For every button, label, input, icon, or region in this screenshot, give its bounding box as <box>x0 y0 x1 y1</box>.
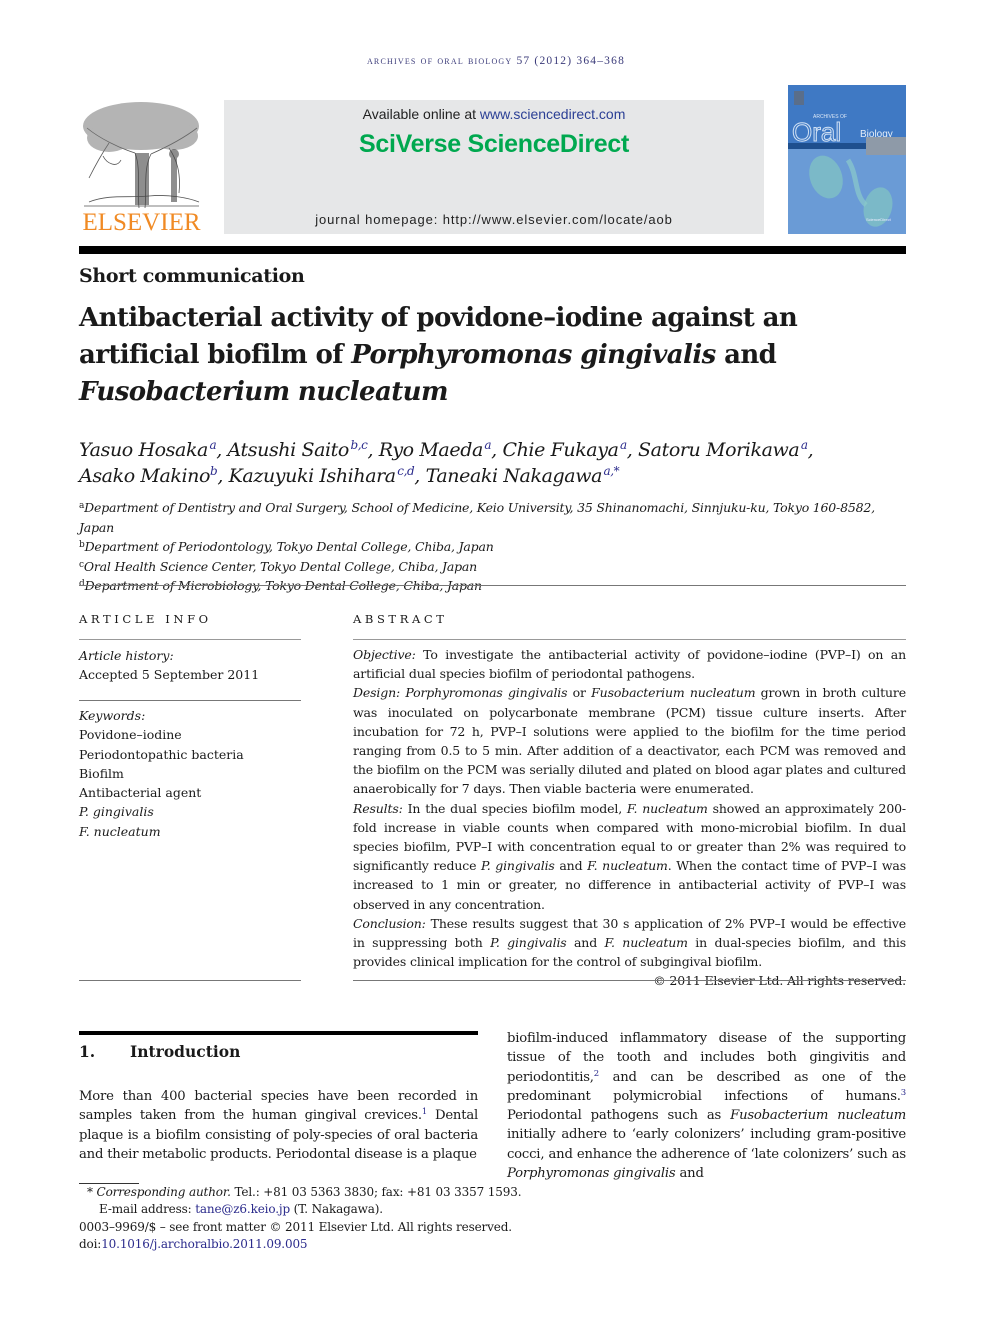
divider <box>353 639 906 640</box>
author[interactable]: Ryo Maeda a <box>379 438 492 461</box>
front-matter-note: 0003–9969/$ – see front matter © 2011 El… <box>79 1219 512 1234</box>
doi-note: doi:10.1016/j.archoralbio.2011.09.005 <box>79 1236 308 1251</box>
keyword: Antibacterial agent <box>79 785 202 801</box>
article-info-heading: ARTICLE INFO <box>79 612 212 626</box>
elsevier-tree-icon <box>83 102 200 209</box>
affiliations: aDepartment of Dentistry and Oral Surger… <box>79 498 909 596</box>
divider <box>79 585 906 586</box>
author[interactable]: Atsushi Saito b,c <box>228 439 368 461</box>
article-history: Article history: Accepted 5 September 20… <box>79 646 309 685</box>
section-number: 1. <box>79 1042 96 1061</box>
abstract-objective: Objective: To investigate the antibacter… <box>353 647 906 682</box>
keyword: Povidone–iodine <box>79 727 182 743</box>
sciencedirect-link[interactable]: www.sciencedirect.com <box>480 106 626 122</box>
article-history-value: Accepted 5 September 2011 <box>79 667 260 683</box>
author[interactable]: Satoru Morikawa a <box>638 439 808 461</box>
divider <box>353 980 906 981</box>
abstract-conclusion: Conclusion: These results suggest that 3… <box>353 915 906 970</box>
author-affiliation-ref[interactable]: b <box>210 464 218 478</box>
journal-cover-image: ARCHIVES OF Oral Biology ScienceDirect <box>788 85 906 234</box>
author[interactable]: Asako Makinob <box>79 464 218 487</box>
title-species-2: Fusobacterium nucleatum <box>79 377 448 407</box>
paragraph: More than 400 bacterial species have bee… <box>79 1089 479 1162</box>
available-online-text: Available online at <box>362 106 480 122</box>
section-rule <box>79 1031 478 1035</box>
elsevier-wordmark: ELSEVIER <box>82 209 201 236</box>
author-affiliation-ref[interactable]: a <box>210 438 217 452</box>
author[interactable]: Yasuo Hosaka a <box>79 438 217 461</box>
footnotes: * Corresponding author. Tel.: +81 03 536… <box>79 1184 559 1253</box>
title-line-1: Antibacterial activity of povidone–iodin… <box>79 303 798 333</box>
sciverse-brand: SciVerse ScienceDirect <box>359 130 629 158</box>
author-list: Yasuo Hosaka a, Atsushi Saito b,c, Ryo M… <box>79 438 814 487</box>
cover-badge: ScienceDirect <box>866 217 892 222</box>
abstract-results: Results: In the dual species biofilm mod… <box>353 800 906 912</box>
author-affiliation-ref[interactable]: a <box>484 438 491 452</box>
keyword: P. gingivalis <box>79 804 154 820</box>
divider <box>79 980 301 981</box>
body-column-right: biofilm-induced inflammatory disease of … <box>507 1029 906 1183</box>
available-online: Available online at www.sciencedirect.co… <box>224 106 764 122</box>
divider <box>79 639 301 640</box>
sciencedirect-banner: Available online at www.sciencedirect.co… <box>224 100 764 234</box>
journal-cover: ARCHIVES OF Oral Biology ScienceDirect <box>788 85 906 234</box>
keyword: Biofilm <box>79 765 124 781</box>
section-type: Short communication <box>79 265 305 287</box>
title-line-2-pre: artificial biofilm of <box>79 340 352 370</box>
article-history-label: Article history: <box>79 648 174 663</box>
section-heading-introduction: 1. Introduction <box>79 1042 240 1061</box>
section-title: Introduction <box>130 1042 241 1061</box>
author-affiliation-ref[interactable]: a <box>620 438 627 452</box>
title-species-1: Porphyromonas gingivalis <box>351 340 716 370</box>
journal-homepage[interactable]: journal homepage: http://www.elsevier.co… <box>224 212 764 227</box>
header-rule <box>79 246 906 254</box>
email-note: E-mail address: tane@z6.keio.jp (T. Naka… <box>99 1202 383 1217</box>
citation-ref[interactable]: 3 <box>901 1088 906 1098</box>
email-link[interactable]: tane@z6.keio.jp <box>195 1202 290 1216</box>
author-affiliation-ref[interactable]: a <box>801 438 808 452</box>
author-affiliation-ref[interactable]: a,* <box>604 464 620 478</box>
divider <box>79 700 301 701</box>
keywords: Keywords: Povidone–iodine Periodontopath… <box>79 706 309 841</box>
affiliation: bDepartment of Periodontology, Tokyo Den… <box>79 539 494 554</box>
keyword: Periodontopathic bacteria <box>79 746 244 762</box>
abstract-design: Design: Porphyromonas gingivalis or Fuso… <box>353 685 906 797</box>
article-title: Antibacterial activity of povidone–iodin… <box>79 300 899 411</box>
author-affiliation-ref[interactable]: b,c <box>350 438 367 452</box>
abstract-heading: ABSTRACT <box>353 612 448 626</box>
doi-link[interactable]: 10.1016/j.archoralbio.2011.09.005 <box>101 1237 307 1251</box>
cover-title-big: Oral <box>792 117 841 147</box>
author-affiliation-ref[interactable]: c,d <box>397 464 414 478</box>
running-head: archives of oral biology 57 (2012) 364–3… <box>366 55 626 67</box>
author[interactable]: Chie Fukaya a <box>502 438 627 461</box>
author[interactable]: Taneaki Nakagawa a,* <box>426 465 620 487</box>
keyword: F. nucleatum <box>79 823 161 839</box>
abstract-body: Objective: To investigate the antibacter… <box>353 645 906 991</box>
affiliation: cOral Health Science Center, Tokyo Denta… <box>79 558 478 574</box>
affiliation: aDepartment of Dentistry and Oral Surger… <box>79 500 875 535</box>
abstract-copyright: © 2011 Elsevier Ltd. All rights reserved… <box>353 971 906 990</box>
author[interactable]: Kazuyuki Ishihara c,d <box>229 465 415 487</box>
corresponding-author-note: * Corresponding author. Tel.: +81 03 536… <box>87 1185 522 1199</box>
keywords-label: Keywords: <box>79 708 146 723</box>
title-line-2-post: and <box>715 340 777 370</box>
body-column-left: More than 400 bacterial species have bee… <box>79 1087 478 1164</box>
paragraph: biofilm-induced inflammatory disease of … <box>507 1031 906 1182</box>
elsevier-logo: ELSEVIER <box>79 98 204 238</box>
